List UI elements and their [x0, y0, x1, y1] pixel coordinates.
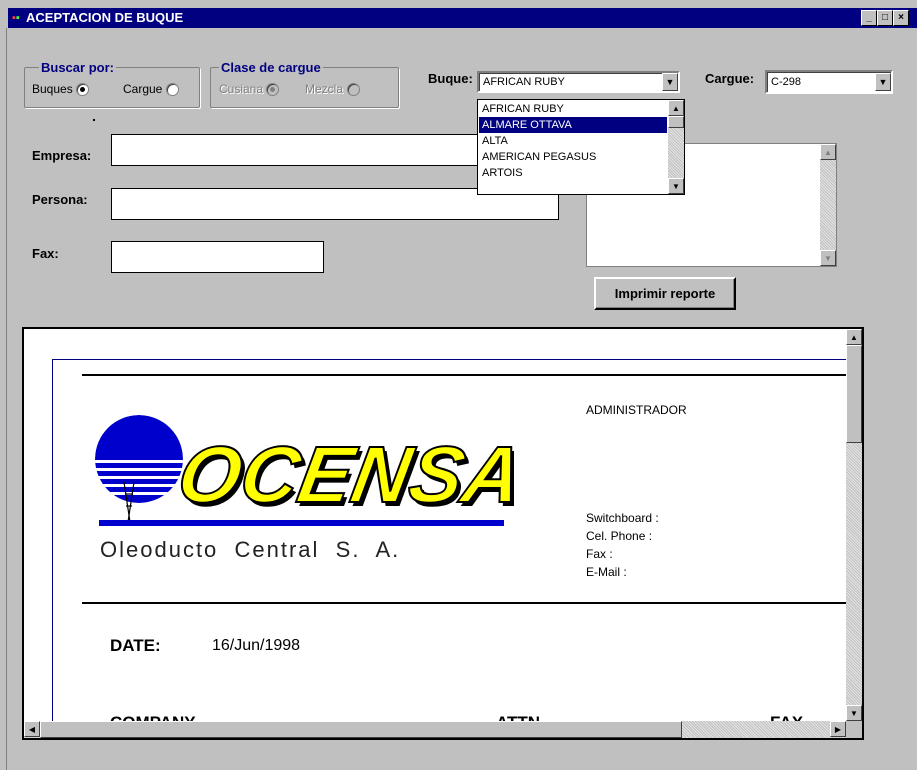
radio-cargue-circle[interactable] [166, 82, 180, 96]
report-cel-phone: Cel. Phone : [586, 529, 653, 543]
left-border [6, 28, 7, 770]
clase-cargue-legend: Clase de cargue [219, 60, 323, 75]
report-hscroll[interactable]: ◀ ▶ [24, 721, 846, 738]
report-email: E-Mail : [586, 565, 627, 579]
minimize-button[interactable]: _ [861, 10, 877, 26]
radio-mezcla: Mezcla [305, 82, 361, 96]
notes-scroll-down[interactable]: ▼ [820, 250, 836, 266]
header-rule-top [82, 374, 852, 376]
report-vscroll[interactable]: ▲ ▼ [846, 329, 862, 721]
radio-buques[interactable]: Buques [32, 82, 89, 96]
dot-marker [93, 119, 95, 121]
page-top-line [52, 359, 852, 360]
radio-mezcla-circle [347, 82, 361, 96]
buque-label: Buque: [428, 71, 473, 86]
radio-cusiana: Cusiana [219, 82, 280, 96]
report-scroll-left[interactable]: ◀ [24, 721, 40, 737]
logo-globe [95, 415, 183, 503]
dropdown-scrollbar[interactable]: ▲ ▼ [668, 100, 684, 194]
logo-underline [99, 520, 504, 526]
report-hscroll-thumb[interactable] [40, 721, 682, 738]
page-left-line [52, 359, 53, 738]
report-date-label: DATE: [110, 636, 161, 655]
report-scroll-down[interactable]: ▼ [846, 705, 862, 721]
notes-scroll-up[interactable]: ▲ [820, 144, 836, 160]
cargue-combo-value: C-298 [771, 76, 801, 88]
buque-option[interactable]: AMERICAN PEGASUS [479, 149, 667, 165]
report-vscroll-thumb[interactable] [846, 345, 862, 443]
buscar-por-legend: Buscar por: [39, 60, 116, 75]
maximize-button[interactable]: □ [877, 10, 893, 26]
report-date-value: 16/Jun/1998 [212, 637, 301, 654]
logo-text: OCENSA [171, 431, 514, 520]
buque-option[interactable]: ALTA [479, 133, 667, 149]
notes-scrollbar[interactable]: ▲ ▼ [820, 144, 836, 266]
report-scroll-up[interactable]: ▲ [846, 329, 862, 345]
radio-buques-label: Buques [32, 82, 73, 96]
scroll-corner [846, 721, 862, 738]
empresa-label: Empresa: [32, 148, 92, 163]
cargue-combo[interactable]: C-298 ▼ [765, 70, 893, 94]
fax-field[interactable] [111, 241, 324, 273]
report-admin: ADMINISTRADOR [586, 403, 687, 417]
radio-cusiana-label: Cusiana [219, 82, 264, 96]
ocensa-logo: OCENSA OCENSA [95, 415, 514, 526]
radio-cargue[interactable]: Cargue [123, 82, 180, 96]
window-title: ACEPTACION DE BUQUE [26, 10, 184, 25]
report-fax: Fax : [586, 547, 613, 561]
close-button[interactable]: × [893, 10, 909, 26]
radio-buques-circle[interactable] [75, 82, 89, 96]
report-preview: OCENSA OCENSA Oleoducto Central S. A. AD… [22, 327, 864, 740]
buque-combo[interactable]: AFRICAN RUBY ▼ [477, 71, 680, 93]
dropdown-scroll-thumb[interactable] [668, 116, 684, 128]
buque-option[interactable]: AFRICAN RUBY [479, 101, 667, 117]
report-scroll-right[interactable]: ▶ [830, 721, 846, 737]
buque-option-selected[interactable]: ALMARE OTTAVA [479, 117, 667, 133]
print-report-button[interactable]: Imprimir reporte [594, 277, 736, 310]
dropdown-scroll-down[interactable]: ▼ [668, 178, 684, 194]
radio-cargue-label: Cargue [123, 82, 163, 96]
buque-option[interactable]: ARTOIS [479, 165, 667, 181]
title-bar: ▪▪ ACEPTACION DE BUQUE _ □ × [8, 8, 917, 28]
app-icon: ▪▪ [12, 12, 20, 24]
dropdown-scroll-up[interactable]: ▲ [668, 100, 684, 116]
cargue-dropdown-arrow[interactable]: ▼ [875, 73, 891, 91]
header-rule-bottom [82, 602, 852, 604]
persona-label: Persona: [32, 192, 88, 207]
radio-mezcla-label: Mezcla [305, 82, 344, 96]
report-switchboard: Switchboard : [586, 511, 659, 525]
fax-label: Fax: [32, 246, 59, 261]
cargue-label: Cargue: [705, 71, 755, 86]
buque-combo-value: AFRICAN RUBY [483, 76, 565, 88]
company-name: Oleoducto Central S. A. [100, 537, 401, 562]
buque-dropdown-list[interactable]: AFRICAN RUBY ALMARE OTTAVA ALTA AMERICAN… [477, 99, 685, 195]
radio-cusiana-circle [266, 82, 280, 96]
buque-dropdown-arrow[interactable]: ▼ [662, 73, 678, 91]
